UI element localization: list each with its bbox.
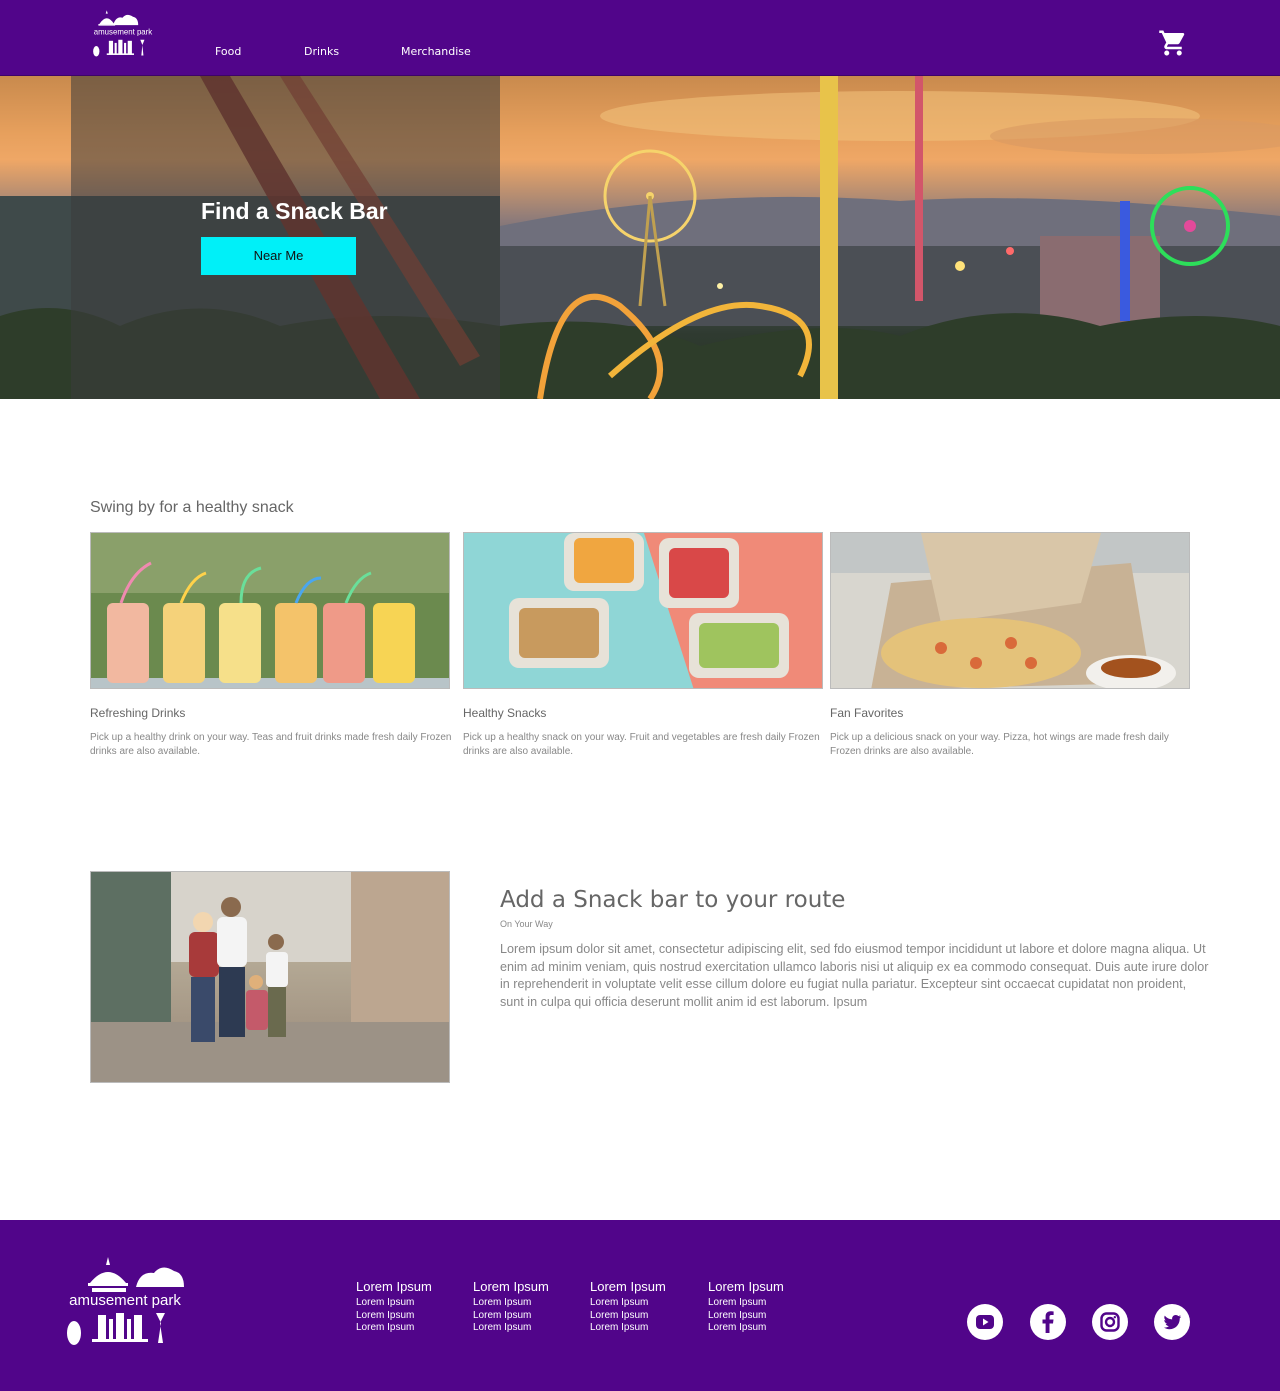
footer-column-heading: Lorem Ipsum bbox=[590, 1279, 666, 1294]
footer-link[interactable]: Lorem Ipsum bbox=[708, 1297, 784, 1310]
card-title-healthy-snacks: Healthy Snacks bbox=[463, 706, 547, 720]
nav-merchandise[interactable]: Merchandise bbox=[401, 45, 471, 58]
card-title-fan-favorites: Fan Favorites bbox=[830, 706, 904, 720]
hero-title: Find a Snack Bar bbox=[201, 198, 388, 224]
site-footer: amusement park Lorem Ipsum Lorem Ipsum L… bbox=[0, 1220, 1280, 1391]
footer-link[interactable]: Lorem Ipsum bbox=[708, 1322, 784, 1335]
card-title-refreshing-drinks: Refreshing Drinks bbox=[90, 706, 186, 720]
footer-column: Lorem Ipsum Lorem Ipsum Lorem Ipsum Lore… bbox=[473, 1279, 549, 1335]
healthy-snacks-image[interactable] bbox=[463, 532, 823, 689]
family-walking-image[interactable] bbox=[90, 871, 450, 1083]
footer-link[interactable]: Lorem Ipsum bbox=[708, 1310, 784, 1323]
footer-logo[interactable]: amusement park bbox=[62, 1253, 188, 1351]
footer-logo-text: amusement park bbox=[69, 1292, 181, 1309]
refreshing-drinks-image[interactable] bbox=[90, 532, 450, 689]
footer-link[interactable]: Lorem Ipsum bbox=[473, 1310, 549, 1323]
footer-link[interactable]: Lorem Ipsum bbox=[356, 1310, 432, 1323]
card-desc-refreshing-drinks: Pick up a healthy drink on your way. Tea… bbox=[90, 732, 452, 757]
footer-link[interactable]: Lorem Ipsum bbox=[590, 1297, 666, 1310]
fan-favorites-image[interactable] bbox=[830, 532, 1190, 689]
nav-drinks[interactable]: Drinks bbox=[304, 45, 339, 58]
facebook-icon[interactable] bbox=[1030, 1304, 1066, 1340]
footer-column-heading: Lorem Ipsum bbox=[708, 1279, 784, 1294]
footer-link[interactable]: Lorem Ipsum bbox=[356, 1297, 432, 1310]
footer-column: Lorem Ipsum Lorem Ipsum Lorem Ipsum Lore… bbox=[590, 1279, 666, 1335]
footer-link[interactable]: Lorem Ipsum bbox=[473, 1297, 549, 1310]
route-body-text: Lorem ipsum dolor sit amet, consectetur … bbox=[500, 942, 1209, 1009]
nav-food[interactable]: Food bbox=[215, 45, 241, 58]
card-desc-healthy-snacks: Pick up a healthy snack on your way. Fru… bbox=[463, 732, 820, 757]
footer-column: Lorem Ipsum Lorem Ipsum Lorem Ipsum Lore… bbox=[356, 1279, 432, 1335]
logo-text: amusement park bbox=[94, 28, 152, 37]
footer-column-heading: Lorem Ipsum bbox=[356, 1279, 432, 1294]
route-subtitle: On Your Way bbox=[500, 919, 553, 929]
card-desc-fan-favorites: Pick up a delicious snack on your way. P… bbox=[830, 732, 1169, 757]
route-title: Add a Snack bar to your route bbox=[500, 887, 846, 913]
hero-banner: Find a Snack Bar Near Me bbox=[0, 76, 1280, 399]
twitter-icon[interactable] bbox=[1154, 1304, 1190, 1340]
shopping-cart-icon[interactable] bbox=[1158, 28, 1188, 58]
footer-link[interactable]: Lorem Ipsum bbox=[473, 1322, 549, 1335]
near-me-button[interactable]: Near Me bbox=[201, 237, 356, 275]
footer-link[interactable]: Lorem Ipsum bbox=[356, 1322, 432, 1335]
footer-link[interactable]: Lorem Ipsum bbox=[590, 1322, 666, 1335]
footer-link[interactable]: Lorem Ipsum bbox=[590, 1310, 666, 1323]
site-header: amusement park Food Drinks Merchandise bbox=[0, 0, 1280, 76]
footer-column: Lorem Ipsum Lorem Ipsum Lorem Ipsum Lore… bbox=[708, 1279, 784, 1335]
instagram-icon[interactable] bbox=[1092, 1304, 1128, 1340]
amusement-park-logo[interactable]: amusement park bbox=[90, 8, 156, 60]
snack-section-heading: Swing by for a healthy snack bbox=[90, 499, 294, 516]
footer-column-heading: Lorem Ipsum bbox=[473, 1279, 549, 1294]
youtube-icon[interactable] bbox=[967, 1304, 1003, 1340]
